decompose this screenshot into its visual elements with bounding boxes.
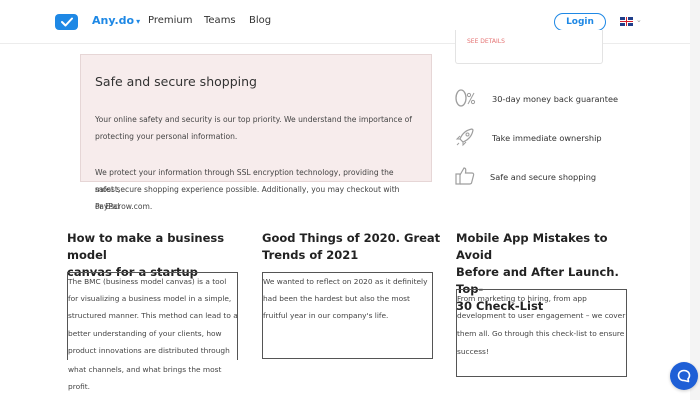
blog-post-2-line-1: We wanted to reflect on 2020 as it defin… <box>263 277 428 286</box>
blog-post-2-title-line-2: Trends of 2021 <box>262 248 359 262</box>
chevron-down-icon: ▾ <box>136 17 141 26</box>
blog-post-1-line-1: The BMC (business model canvas) is a too… <box>68 277 227 286</box>
brand-menu[interactable]: Any.do ▾ <box>92 14 140 27</box>
brand-label: Any.do <box>92 14 135 27</box>
blog-post-2-line-2: had been the hardest but also the most <box>263 294 410 303</box>
blog-post-2-title-line-1: Good Things of 2020. Great <box>262 231 441 245</box>
blog-post-2-title[interactable]: Good Things of 2020. Great Trends of 202… <box>262 230 442 264</box>
chat-bubble-button[interactable] <box>670 362 698 390</box>
nav-blog[interactable]: Blog <box>249 15 271 26</box>
blog-post-3-line-2: development to user engagement – we cove… <box>457 311 626 320</box>
see-details-link[interactable]: SEE DETAILS <box>467 38 505 45</box>
blog-post-3-line-1: From marketing to hiring, from app <box>457 294 587 303</box>
language-chevron-icon[interactable]: ⌄ <box>636 16 642 24</box>
blog-post-1-title-line-1: How to make a business model <box>67 231 225 262</box>
blog-post-3-line-4: success! <box>457 347 489 356</box>
feature-secure-shopping: Safe and secure shopping <box>490 172 597 182</box>
blog-post-3-title-line-1: Mobile App Mistakes to Avoid <box>456 231 608 262</box>
chat-bubble-icon <box>677 369 691 383</box>
blog-post-1-line-6: what channels, and what brings the most <box>68 365 222 374</box>
blog-post-2-line-3: fruitful year in our company's life. <box>263 311 389 320</box>
info-paragraph-1-line-1: Your online safety and security is our t… <box>95 115 412 124</box>
info-paragraph-1-line-2: protecting your personal information. <box>95 132 238 141</box>
page-scrollbar[interactable] <box>690 0 700 400</box>
blog-post-3-line-3: them all. Go through this check-list to … <box>457 329 625 338</box>
feature-money-back: 30-day money back guarantee <box>492 94 619 104</box>
rocket-icon <box>454 126 476 148</box>
feature-ownership: Take immediate ownership <box>492 133 602 143</box>
zero-percent-icon <box>454 87 476 109</box>
info-card-title: Safe and secure shopping <box>95 74 257 89</box>
blog-post-1-line-4: better understanding of your clients, ho… <box>68 329 222 338</box>
blog-post-1-line-3: structured manner. This method can lead … <box>68 311 238 320</box>
anydo-logo-icon[interactable] <box>55 14 78 30</box>
info-paragraph-2-line-3: or Escrow.com. <box>95 202 153 211</box>
nav-teams[interactable]: Teams <box>204 15 236 26</box>
nav-premium[interactable]: Premium <box>148 15 193 26</box>
blog-post-1-line-2: for visualizing a business model in a si… <box>68 294 232 303</box>
thumbs-up-icon <box>454 165 476 187</box>
blog-post-1-line-7: profit. <box>68 382 90 391</box>
blog-post-1-line-5: product innovations are distributed thro… <box>68 346 230 355</box>
uk-flag-icon[interactable] <box>620 17 633 26</box>
see-details-card[interactable]: SEE DETAILS <box>455 30 603 64</box>
login-button[interactable]: Login <box>554 13 606 31</box>
